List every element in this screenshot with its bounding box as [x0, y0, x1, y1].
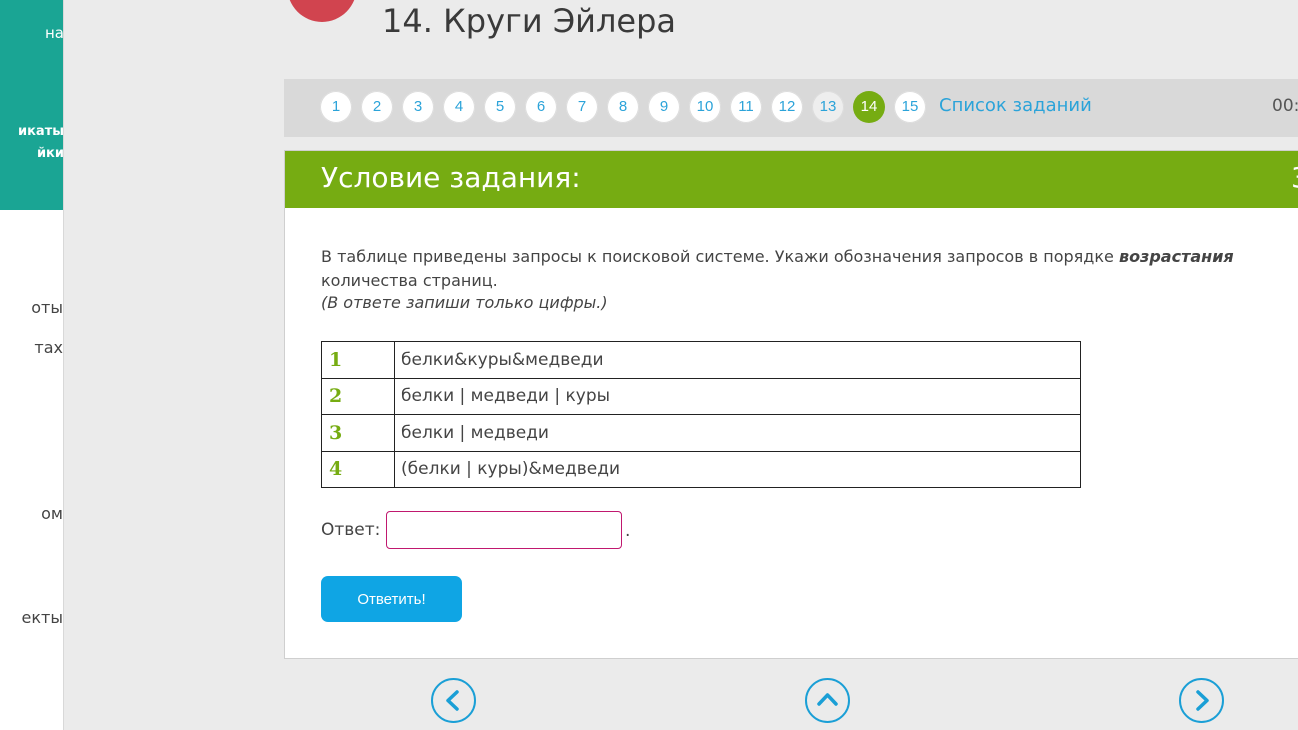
- table-row: 1 белки&куры&медведи: [321, 341, 1081, 379]
- topic-badge-icon: [287, 0, 357, 22]
- query-number: 4: [321, 450, 395, 488]
- timer: 00:: [1272, 96, 1298, 116]
- sidebar-item[interactable]: тах: [34, 338, 63, 357]
- query-number: 2: [321, 377, 395, 415]
- chevron-right-icon: [1196, 690, 1209, 711]
- query-text: (белки | куры)&медведи: [394, 450, 1081, 488]
- query-number: 1: [321, 341, 395, 379]
- query-text: белки | медведи: [394, 414, 1081, 452]
- pager-item-5[interactable]: 5: [484, 91, 516, 123]
- submit-answer-button[interactable]: Ответить!: [321, 576, 462, 622]
- query-number: 3: [321, 414, 395, 452]
- pager-item-2[interactable]: 2: [361, 91, 393, 123]
- table-row: 3 белки | медведи: [321, 414, 1081, 452]
- query-table: 1 белки&куры&медведи 2 белки | медведи |…: [321, 341, 1081, 488]
- sidebar-top-link[interactable]: на: [45, 24, 63, 42]
- task-note: (В ответе запиши только цифры.): [321, 293, 608, 312]
- sidebar-item[interactable]: екты: [22, 608, 63, 627]
- task-card-header: Условие задания: 3: [285, 151, 1298, 208]
- task-card: Условие задания: 3 В таблице приведены з…: [284, 150, 1298, 659]
- task-emphasis: возрастания: [1118, 247, 1234, 266]
- pager-item-4[interactable]: 4: [443, 91, 475, 123]
- sidebar-header: на икаты йки: [0, 0, 63, 210]
- sidebar-item[interactable]: оты: [31, 298, 63, 317]
- pager-item-12[interactable]: 12: [771, 91, 803, 123]
- task-pagination: 1 2 3 4 5 6 7 8 9 10 11 12 13 14 15 Спис…: [284, 79, 1298, 137]
- query-text: белки | медведи | куры: [394, 377, 1081, 415]
- sidebar-item[interactable]: ом: [41, 504, 63, 523]
- sidebar-top-link-2[interactable]: икаты йки: [18, 121, 63, 165]
- task-statement: В таблице приведены запросы к поисковой …: [321, 247, 1234, 290]
- chevron-up-icon: [817, 693, 838, 706]
- pager-item-9[interactable]: 9: [648, 91, 680, 123]
- pager-item-7[interactable]: 7: [566, 91, 598, 123]
- answer-label: Ответ:: [321, 520, 381, 540]
- pager-item-13[interactable]: 13: [812, 91, 844, 123]
- pager-item-8[interactable]: 8: [607, 91, 639, 123]
- prev-task-button[interactable]: [431, 678, 476, 723]
- page-title: 14. Круги Эйлера: [382, 2, 677, 40]
- pager-item-15[interactable]: 15: [894, 91, 926, 123]
- sidebar: на икаты йки оты тах ом екты: [0, 0, 64, 730]
- pager-item-3[interactable]: 3: [402, 91, 434, 123]
- scroll-up-button[interactable]: [805, 678, 850, 723]
- answer-suffix: .: [625, 521, 631, 541]
- chevron-left-icon: [446, 690, 459, 711]
- task-heading: Условие задания:: [321, 161, 581, 194]
- pager-item-11[interactable]: 11: [730, 91, 762, 123]
- pager-item-1[interactable]: 1: [320, 91, 352, 123]
- answer-input[interactable]: [386, 511, 622, 549]
- task-points: 3: [1291, 161, 1298, 194]
- task-list-link[interactable]: Список заданий: [939, 95, 1092, 116]
- table-row: 2 белки | медведи | куры: [321, 377, 1081, 415]
- next-task-button[interactable]: [1179, 678, 1224, 723]
- pager-item-6[interactable]: 6: [525, 91, 557, 123]
- pager-item-10[interactable]: 10: [689, 91, 721, 123]
- table-row: 4 (белки | куры)&медведи: [321, 450, 1081, 488]
- query-text: белки&куры&медведи: [394, 341, 1081, 379]
- pager-item-14-current[interactable]: 14: [853, 91, 885, 123]
